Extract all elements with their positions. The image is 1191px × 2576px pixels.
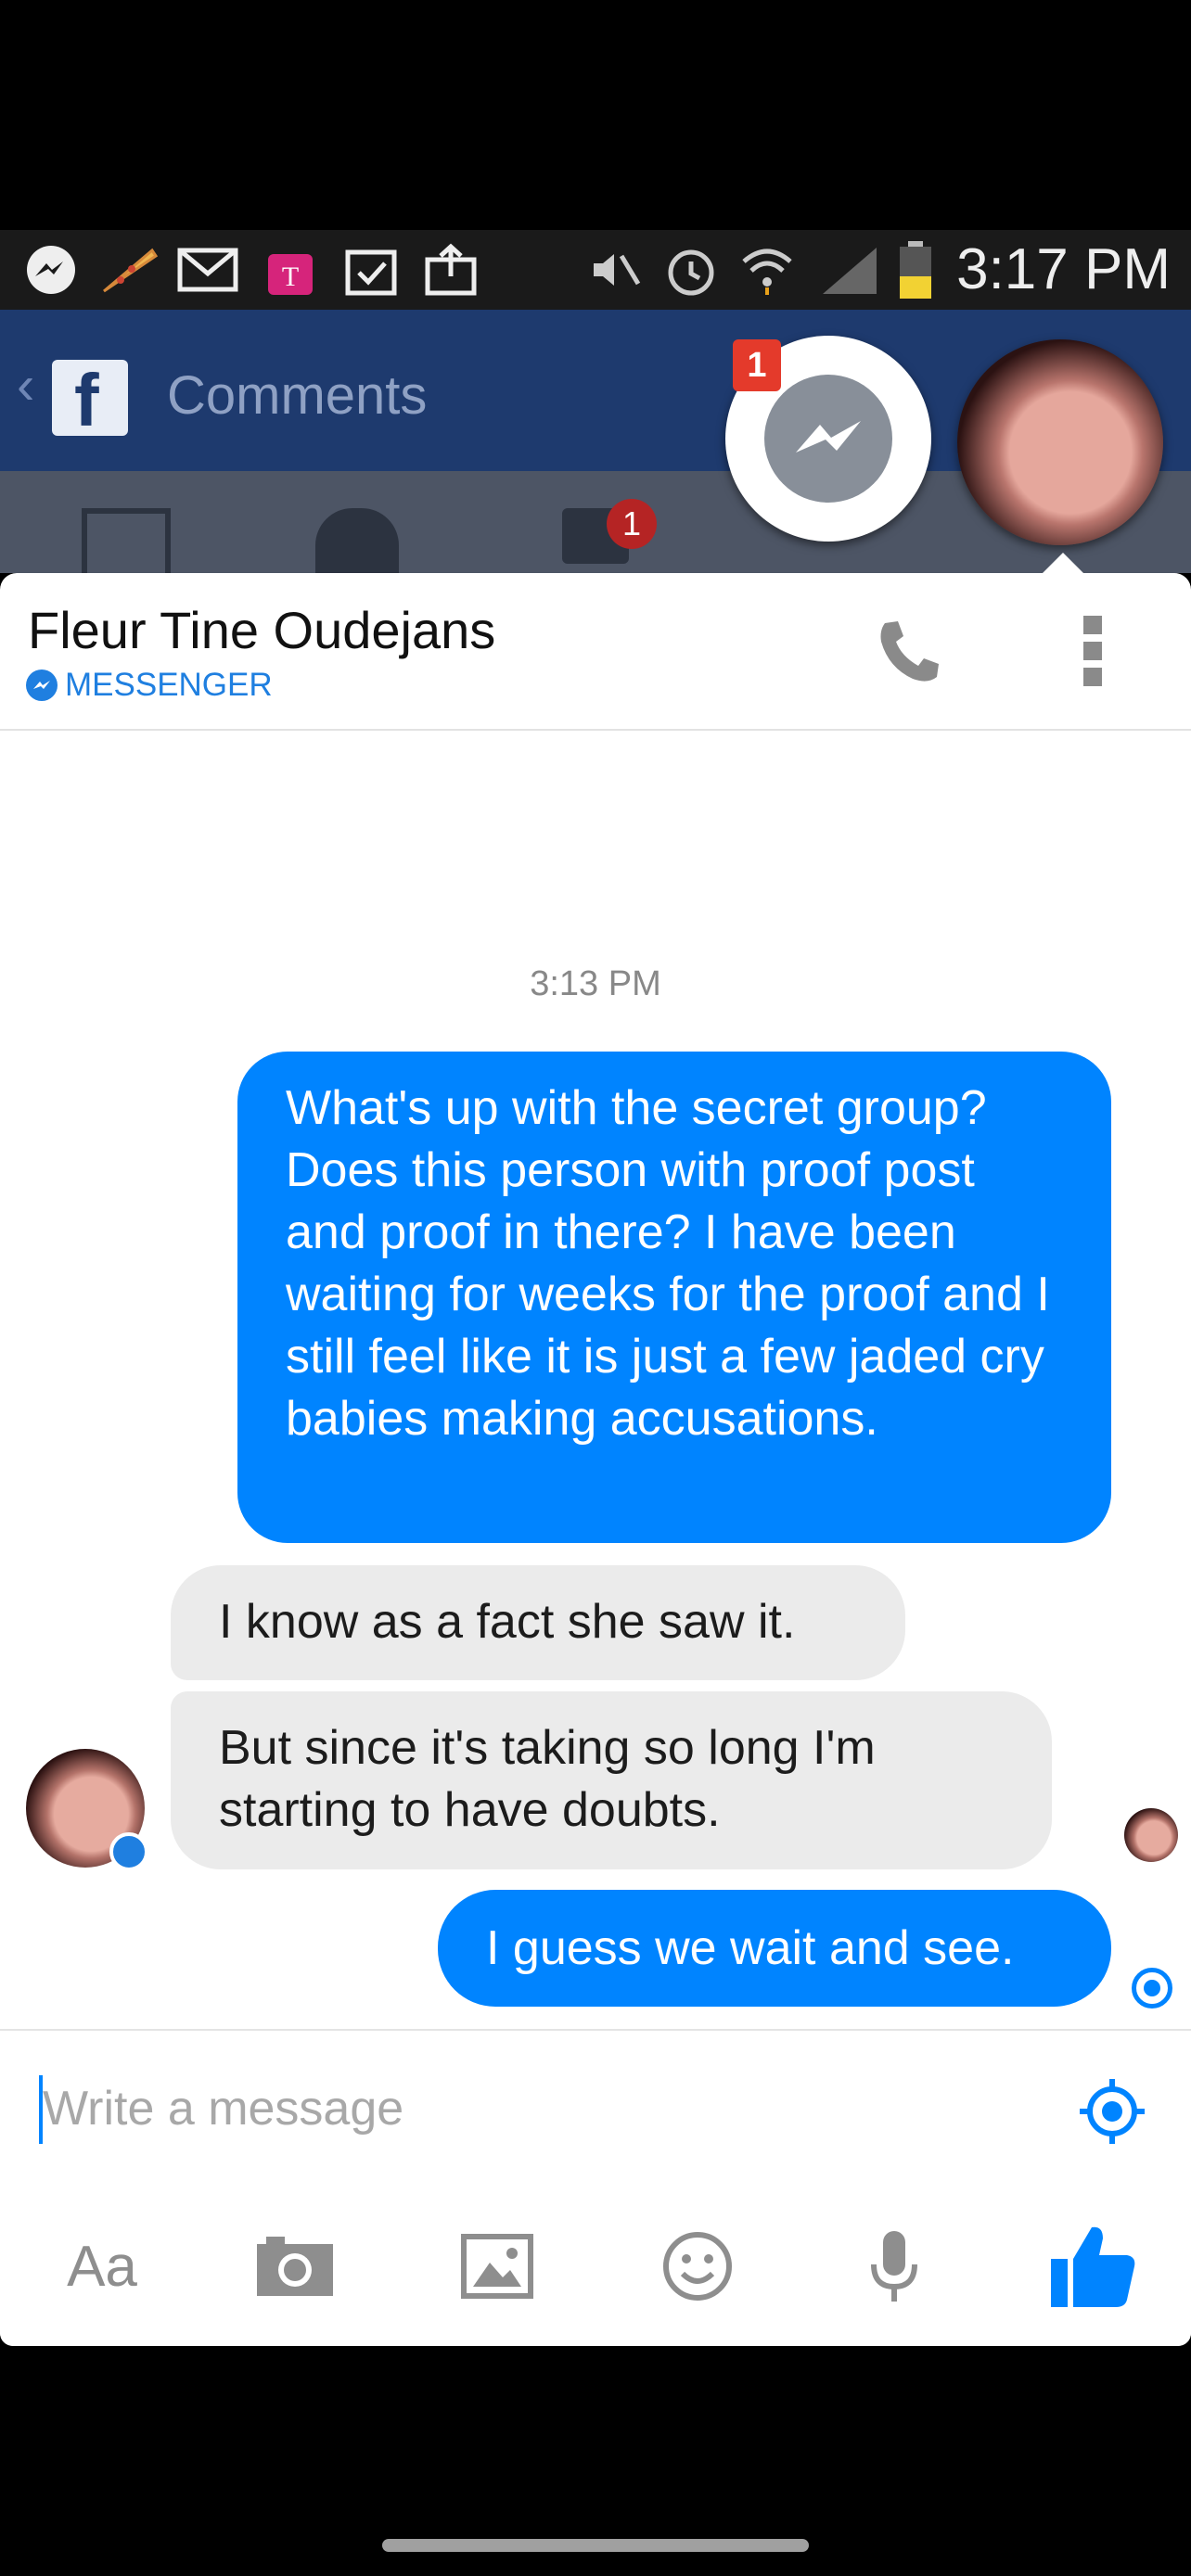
- text-format-button[interactable]: Aa: [37, 2222, 167, 2311]
- home-indicator[interactable]: [382, 2539, 809, 2552]
- thumbs-up-icon[interactable]: [1041, 2222, 1143, 2311]
- message-input[interactable]: [43, 2072, 970, 2146]
- outgoing-message[interactable]: What's up with the secret group? Does th…: [237, 1052, 1111, 1543]
- location-button[interactable]: [1078, 2077, 1146, 2146]
- mute-icon: [584, 243, 646, 297]
- menu-dot: [1083, 642, 1102, 660]
- chat-header: Fleur Tine Oudejans MESSENGER: [0, 573, 1191, 731]
- camera-icon[interactable]: [250, 2222, 339, 2311]
- messenger-bolt-icon: [764, 375, 892, 503]
- mail-icon: [174, 243, 241, 297]
- background-app-title: Comments: [167, 365, 428, 426]
- status-time: 3:17 PM: [956, 237, 1171, 301]
- more-options-button[interactable]: [1076, 614, 1113, 690]
- menu-dot: [1083, 668, 1102, 686]
- incoming-message[interactable]: I know as a fact she saw it.: [171, 1565, 905, 1680]
- alarm-icon: [660, 243, 722, 297]
- back-chevron-icon[interactable]: ‹: [17, 354, 34, 416]
- messenger-badge-icon: [109, 1832, 148, 1871]
- clipboard-check-icon: [339, 243, 403, 297]
- wifi-icon: [736, 243, 798, 297]
- seen-by-avatar: [1124, 1808, 1178, 1862]
- gallery-icon[interactable]: [453, 2222, 542, 2311]
- sent-indicator-icon: [1132, 1968, 1172, 2009]
- outgoing-message[interactable]: I guess we wait and see.: [438, 1890, 1111, 2007]
- messenger-label: MESSENGER: [65, 667, 273, 703]
- message-composer: [0, 2029, 1191, 2185]
- tmobile-icon: T: [262, 243, 319, 297]
- phone-call-button[interactable]: [872, 614, 948, 690]
- menu-dot: [1083, 616, 1102, 634]
- messenger-icon: [20, 243, 82, 297]
- facebook-logo: f: [52, 359, 128, 441]
- messenger-badge-icon: [26, 670, 58, 701]
- tmobile-logo-text: T: [282, 261, 299, 292]
- message-timestamp: 3:13 PM: [530, 964, 661, 1003]
- chat-panel: Fleur Tine Oudejans MESSENGER 3:13 PM Wh…: [0, 573, 1191, 2346]
- location-icon: [1080, 2079, 1145, 2144]
- upload-icon: [419, 243, 482, 297]
- friends-icon: [315, 508, 399, 573]
- phone-icon: [880, 621, 939, 682]
- notification-badge: 1: [607, 499, 657, 549]
- emoji-icon[interactable]: [653, 2222, 742, 2311]
- chat-head-pointer: [1043, 553, 1083, 573]
- facebook-logo-letter: f: [74, 359, 99, 441]
- signal-icon: [816, 243, 883, 297]
- battery-icon: [892, 241, 939, 299]
- microphone-icon[interactable]: [850, 2222, 939, 2311]
- composer-toolbar: Aa: [0, 2185, 1191, 2346]
- chat-head-badge: 1: [733, 339, 781, 391]
- status-bar: T 3:17 PM: [0, 230, 1191, 310]
- contact-name[interactable]: Fleur Tine Oudejans: [28, 601, 495, 660]
- incoming-message[interactable]: But since it's taking so long I'm starti…: [171, 1691, 1052, 1869]
- contact-chat-head-avatar[interactable]: [957, 339, 1163, 545]
- pizza-icon: [96, 243, 161, 297]
